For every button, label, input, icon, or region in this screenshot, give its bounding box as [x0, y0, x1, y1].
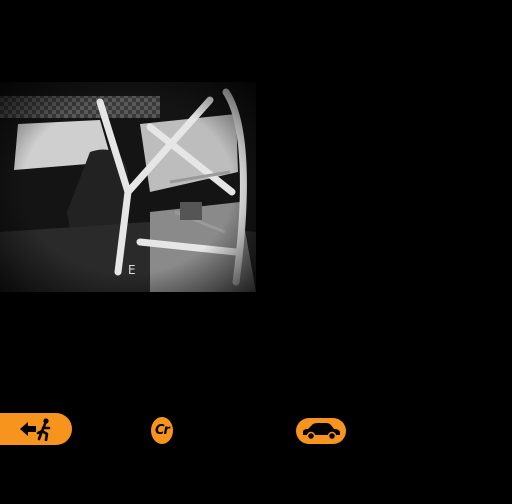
credits-label: Cr	[155, 423, 170, 438]
car-interior-photo: E	[0, 82, 256, 292]
exit-running-man-icon	[16, 417, 56, 441]
credits-button[interactable]: Cr	[151, 417, 173, 444]
car-select-button[interactable]	[296, 418, 346, 444]
exit-button[interactable]	[0, 413, 72, 445]
car-icon	[300, 421, 342, 441]
